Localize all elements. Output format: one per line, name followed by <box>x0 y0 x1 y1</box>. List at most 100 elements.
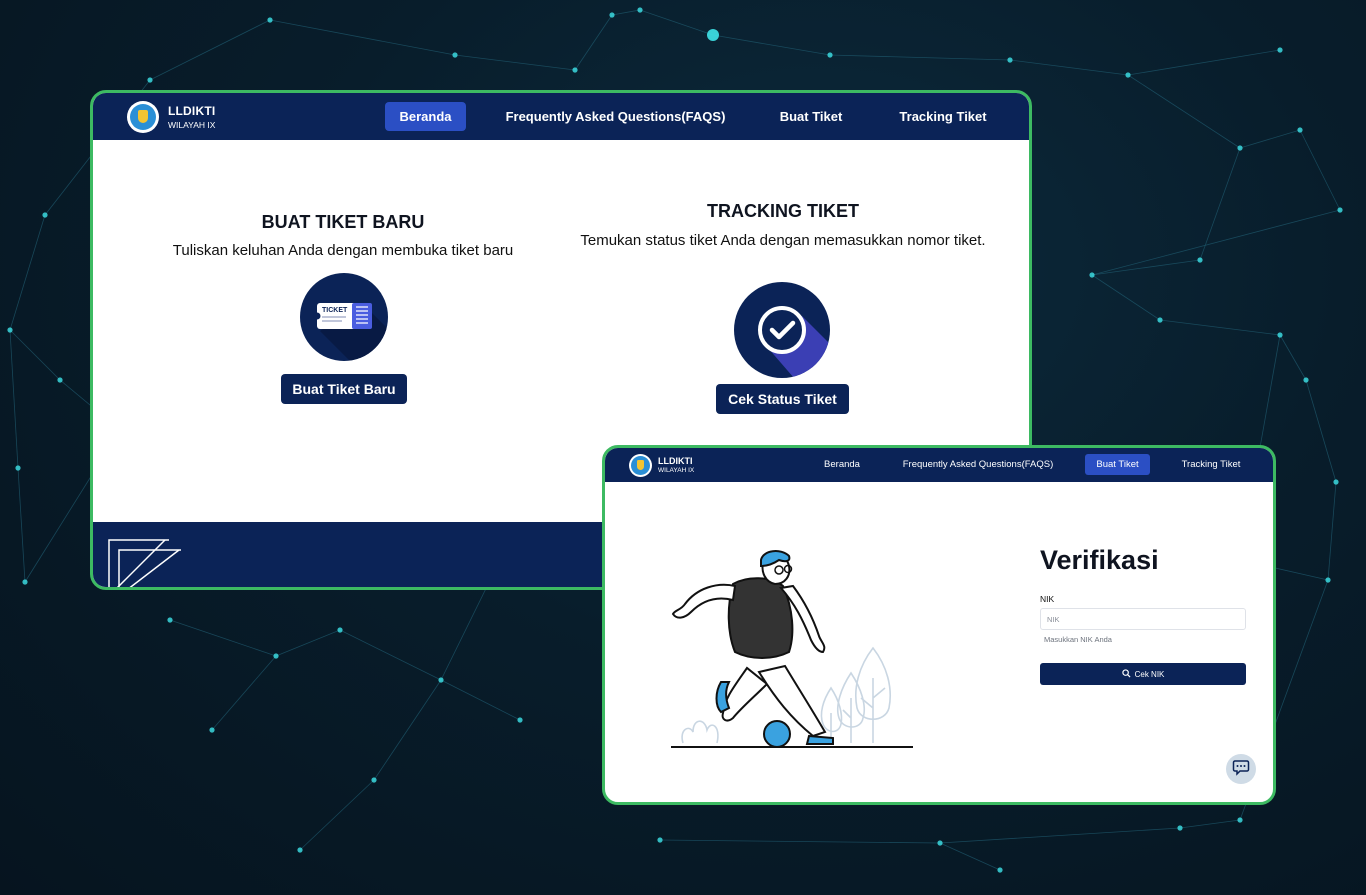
brand[interactable]: LLDIKTI WILAYAH IX <box>168 104 215 130</box>
nav-beranda[interactable]: Beranda <box>385 102 466 131</box>
network-line <box>829 54 1011 61</box>
network-node <box>1089 272 1095 278</box>
network-line <box>269 19 456 56</box>
network-node <box>22 579 28 585</box>
network-node <box>1325 577 1331 583</box>
network-node <box>1333 479 1339 485</box>
network-line <box>1009 59 1129 76</box>
network-node <box>42 212 48 218</box>
network-line <box>1091 274 1161 321</box>
network-node <box>1197 257 1203 263</box>
buat-tiket-baru-button[interactable]: Buat Tiket Baru <box>281 374 407 404</box>
network-node <box>147 77 153 83</box>
network-line <box>659 839 941 844</box>
network-node <box>517 717 523 723</box>
lldikti-logo[interactable] <box>629 454 652 477</box>
nav-buat-tiket[interactable]: Buat Tiket <box>771 102 851 131</box>
network-node <box>15 465 21 471</box>
network-line <box>712 34 831 56</box>
brand-subtitle: WILAYAH IX <box>168 120 216 130</box>
network-line <box>9 329 19 469</box>
network-line <box>169 619 277 657</box>
network-node <box>657 837 663 843</box>
network-line <box>1179 819 1241 829</box>
network-line <box>9 214 46 331</box>
network-node <box>1157 317 1163 323</box>
network-line <box>275 629 341 657</box>
nav-tracking-tiket[interactable]: Tracking Tiket <box>1174 454 1248 475</box>
tracking-tiket-description: Temukan status tiket Anda dengan memasuk… <box>580 232 986 249</box>
network-line <box>1299 129 1341 211</box>
network-line <box>1239 129 1301 149</box>
nik-input[interactable] <box>1040 608 1246 630</box>
nav-faqs[interactable]: Frequently Asked Questions(FAQS) <box>503 102 728 131</box>
cek-nik-button[interactable]: Cek NIK <box>1040 663 1246 685</box>
network-node <box>1237 145 1243 151</box>
network-node <box>1337 207 1343 213</box>
network-node <box>609 12 615 18</box>
network-line <box>339 629 442 681</box>
network-node <box>1125 72 1131 78</box>
brand[interactable]: LLDIKTI WILAYAH IX <box>658 456 694 474</box>
nav-buat-tiket[interactable]: Buat Tiket <box>1085 454 1150 475</box>
network-node <box>57 377 63 383</box>
network-node <box>997 867 1003 873</box>
network-node <box>7 327 13 333</box>
network-node <box>297 847 303 853</box>
network-line <box>1127 49 1281 76</box>
network-line <box>1159 319 1281 336</box>
network-line <box>1279 334 1307 381</box>
search-icon <box>1121 668 1131 680</box>
navbar: LLDIKTI WILAYAH IX Beranda Frequently As… <box>93 93 1029 140</box>
ticket-icon: TICKET <box>300 273 388 361</box>
network-node <box>438 677 444 683</box>
network-line <box>149 19 271 81</box>
network-node <box>1277 47 1283 53</box>
network-node <box>1297 127 1303 133</box>
cek-status-tiket-button[interactable]: Cek Status Tiket <box>716 384 849 414</box>
network-line <box>454 54 576 71</box>
network-line <box>1305 379 1337 483</box>
network-node <box>827 52 833 58</box>
ticket-icon-text: TICKET <box>322 307 348 314</box>
brand-name: LLDIKTI <box>658 456 693 466</box>
chat-button[interactable] <box>1226 754 1256 784</box>
nik-label: NIK <box>1040 594 1055 604</box>
lldikti-logo[interactable] <box>127 101 159 133</box>
network-line <box>211 655 277 731</box>
network-line <box>373 679 442 781</box>
network-line <box>1199 147 1241 261</box>
network-line <box>639 9 714 36</box>
network-node <box>452 52 458 58</box>
verification-window: LLDIKTI WILAYAH IX Beranda Frequently As… <box>602 445 1276 805</box>
buat-tiket-title: BUAT TIKET BARU <box>261 212 425 232</box>
network-node <box>371 777 377 783</box>
network-node <box>1277 332 1283 338</box>
footer-decoration <box>108 539 181 587</box>
brand-name: LLDIKTI <box>168 104 216 118</box>
network-line <box>574 14 613 71</box>
network-node <box>267 17 273 23</box>
nav-faqs[interactable]: Frequently Asked Questions(FAQS) <box>898 454 1058 475</box>
check-circle-icon <box>734 282 830 378</box>
network-line <box>1127 74 1241 149</box>
network-node <box>1237 817 1243 823</box>
network-node <box>337 627 343 633</box>
network-node <box>707 29 719 41</box>
nav-tracking-tiket[interactable]: Tracking Tiket <box>891 102 995 131</box>
network-node <box>572 67 578 73</box>
chat-icon <box>1232 758 1250 781</box>
navbar: LLDIKTI WILAYAH IX Beranda Frequently As… <box>605 448 1273 482</box>
network-node <box>167 617 173 623</box>
verifikasi-title: Verifikasi <box>1040 545 1159 575</box>
network-line <box>299 779 375 851</box>
network-node <box>273 653 279 659</box>
network-node <box>1007 57 1013 63</box>
network-node <box>209 727 215 733</box>
nav-beranda[interactable]: Beranda <box>814 454 870 475</box>
cek-nik-label: Cek NIK <box>1134 669 1165 679</box>
network-line <box>440 679 521 721</box>
tracking-tiket-title: TRACKING TIKET <box>707 201 859 221</box>
brand-subtitle: WILAYAH IX <box>658 467 695 474</box>
network-node <box>937 840 943 846</box>
